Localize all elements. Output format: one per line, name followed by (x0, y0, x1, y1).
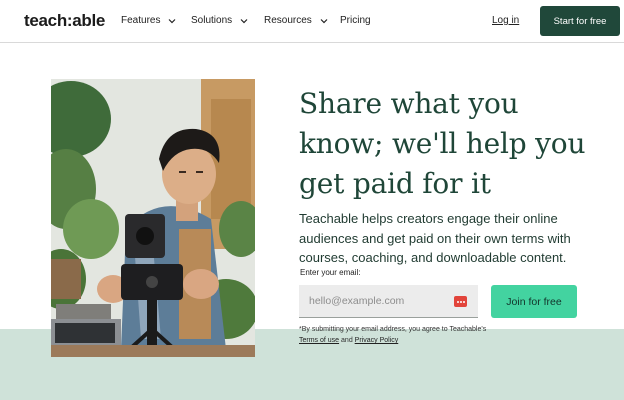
creator-filming-plants-illustration (51, 79, 255, 357)
start-for-free-button[interactable]: Start for free (540, 6, 620, 36)
privacy-policy-link[interactable]: Privacy Policy (355, 337, 399, 344)
email-input[interactable] (299, 285, 478, 318)
legal-disclaimer: *By submitting your email address, you a… (299, 324, 499, 346)
hero-headline: Share what you know; we'll help you get … (299, 87, 586, 200)
legal-and: and (341, 337, 353, 344)
chevron-down-icon (320, 18, 328, 23)
nav-pricing-label: Pricing (340, 15, 371, 26)
nav-pricing[interactable]: Pricing (340, 15, 371, 26)
hero-subheading: Teachable helps creators engage their on… (299, 211, 571, 265)
nav-solutions[interactable]: Solutions (191, 15, 249, 26)
legal-prefix: *By submitting your email address, you a… (299, 326, 487, 333)
terms-of-use-link[interactable]: Terms of use (299, 337, 339, 344)
nav-resources[interactable]: Resources (264, 15, 329, 26)
email-label: Enter your email: (300, 268, 361, 277)
nav-features[interactable]: Features (121, 15, 177, 26)
teachable-logo[interactable]: teach:able (24, 11, 105, 31)
top-navigation: teach:able Features Solutions Resources … (0, 0, 624, 43)
chevron-down-icon (169, 18, 176, 23)
nav-solutions-label: Solutions (191, 15, 233, 26)
hero-photo (51, 79, 255, 357)
join-for-free-button[interactable]: Join for free (491, 285, 577, 318)
password-manager-icon[interactable] (454, 296, 467, 307)
login-link[interactable]: Log in (492, 15, 519, 26)
nav-features-label: Features (121, 15, 161, 26)
nav-resources-label: Resources (264, 15, 312, 26)
chevron-down-icon (240, 18, 248, 23)
